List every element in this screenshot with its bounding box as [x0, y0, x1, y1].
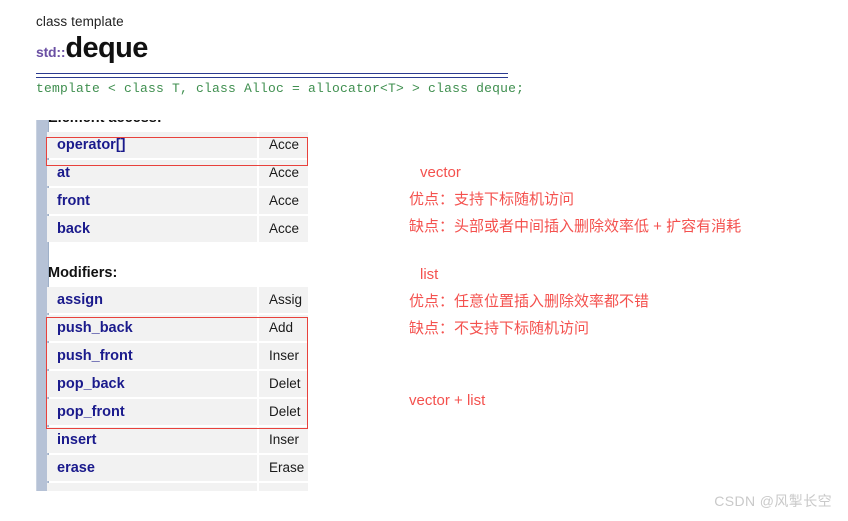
table-row[interactable]: at Acce: [47, 160, 308, 186]
member-name[interactable]: at: [47, 160, 257, 186]
note-pros-vector: 优点：支持下标随机访问: [409, 191, 575, 208]
member-table-modifiers: assign Assig push_back Add push_front In…: [47, 285, 308, 491]
member-name[interactable]: erase: [47, 455, 257, 481]
title-divider: [36, 73, 508, 78]
note-group-vector: vector 优点：支持下标随机访问 缺点：头部或者中间插入删除效率低 + 扩容…: [409, 160, 839, 240]
member-name[interactable]: insert: [47, 427, 257, 453]
member-description: Add: [257, 315, 308, 341]
table-row[interactable]: back Acce: [47, 216, 308, 242]
member-name[interactable]: assign: [47, 287, 257, 313]
table-row[interactable]: operator[] Acce: [47, 132, 308, 158]
template-signature: template < class T, class Alloc = alloca…: [36, 81, 525, 96]
namespace-prefix: std::: [36, 44, 66, 60]
member-description: Assig: [257, 287, 308, 313]
member-description: Acce: [257, 160, 308, 186]
table-row[interactable]: push_front Inser: [47, 343, 308, 369]
member-name[interactable]: pop_back: [47, 371, 257, 397]
member-name[interactable]: push_back: [47, 315, 257, 341]
member-description: Erase: [257, 455, 308, 481]
note-pros-list: 优点：任意位置插入删除效率都不错: [409, 293, 650, 310]
member-description: [257, 483, 308, 491]
table-row[interactable]: erase Erase: [47, 455, 308, 481]
table-row[interactable]: push_back Add: [47, 315, 308, 341]
class-name: deque: [65, 32, 148, 64]
page-title: std::deque: [36, 32, 508, 69]
member-name[interactable]: back: [47, 216, 257, 242]
table-row[interactable]: pop_back Delet: [47, 371, 308, 397]
note-cons-vector: 缺点：头部或者中间插入删除效率低 + 扩容有消耗: [409, 218, 742, 235]
section-heading-modifiers: Modifiers:: [48, 265, 118, 281]
member-description: Delet: [257, 399, 308, 425]
table-row[interactable]: pop_front Delet: [47, 399, 308, 425]
member-table-element-access: operator[] Acce at Acce front Acce back …: [47, 130, 308, 244]
member-name[interactable]: [47, 483, 257, 491]
member-description: Delet: [257, 371, 308, 397]
note-title-vector: vector: [420, 164, 461, 181]
note-vector-plus-list: vector + list: [409, 392, 486, 409]
note-group-list: list 优点：任意位置插入删除效率都不错 缺点：不支持下标随机访问: [409, 262, 839, 342]
member-function-panel[interactable]: Element access: operator[] Acce at Acce …: [30, 120, 308, 491]
document-header: class template std::deque template < cla…: [36, 12, 525, 96]
kind-label: class template: [36, 14, 124, 29]
note-cons-list: 缺点：不支持下标随机访问: [409, 320, 590, 337]
panel-scroll-content: Element access: operator[] Acce at Acce …: [47, 120, 308, 491]
annotation-notes: vector 优点：支持下标随机访问 缺点：头部或者中间插入删除效率低 + 扩容…: [409, 160, 839, 364]
member-name[interactable]: front: [47, 188, 257, 214]
table-row[interactable]: assign Assig: [47, 287, 308, 313]
member-name[interactable]: operator[]: [47, 132, 257, 158]
member-description: Acce: [257, 216, 308, 242]
table-row[interactable]: [47, 483, 308, 491]
member-description: Inser: [257, 343, 308, 369]
member-name[interactable]: pop_front: [47, 399, 257, 425]
member-description: Inser: [257, 427, 308, 453]
section-heading-element-access: Element access:: [47, 120, 308, 127]
note-title-list: list: [420, 266, 439, 283]
table-row[interactable]: front Acce: [47, 188, 308, 214]
table-row[interactable]: insert Inser: [47, 427, 308, 453]
member-description: Acce: [257, 188, 308, 214]
member-name[interactable]: push_front: [47, 343, 257, 369]
member-description: Acce: [257, 132, 308, 158]
csdn-watermark: CSDN @风掣长空: [714, 493, 832, 509]
